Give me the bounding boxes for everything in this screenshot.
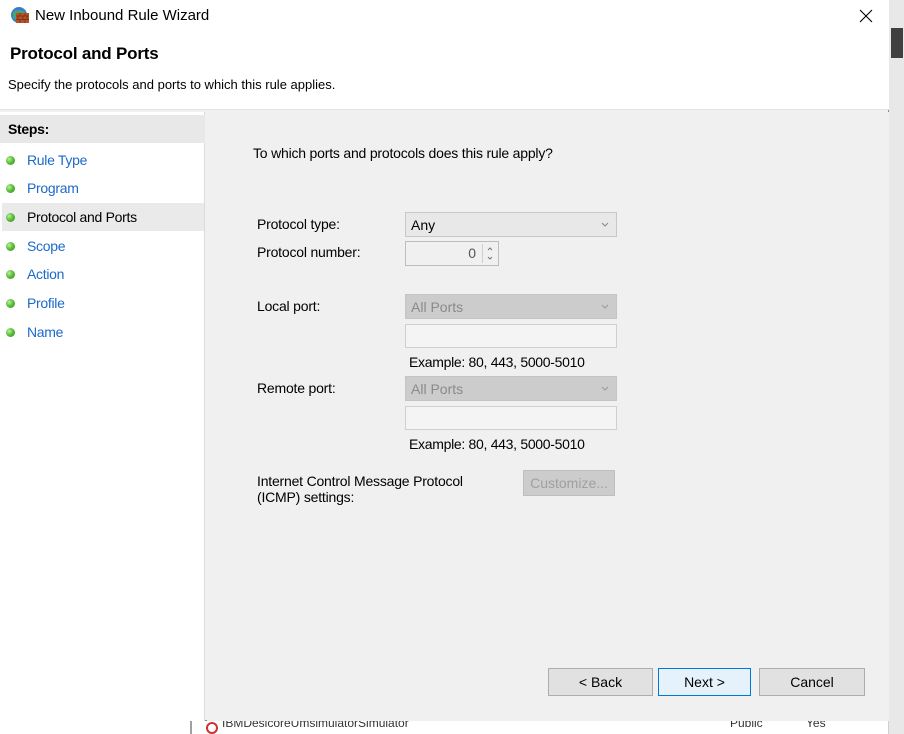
background-row-name: IBMDesicoreUmsimulatorSimulator [222, 720, 409, 730]
step-label: Protocol and Ports [27, 209, 137, 225]
stepper-buttons [482, 244, 496, 263]
step-label: Scope [27, 238, 66, 254]
step-status-icon [6, 183, 15, 193]
steps-panel: Steps: Rule Type Program Protocol and Po… [0, 112, 205, 721]
step-profile[interactable]: Profile [2, 289, 204, 317]
blocked-icon [206, 722, 218, 734]
step-status-icon [6, 241, 15, 251]
protocol-type-value: Any [411, 216, 436, 233]
step-protocol-and-ports[interactable]: Protocol and Ports [2, 203, 204, 231]
background-scroll-thumb[interactable] [891, 28, 903, 58]
protocol-type-select[interactable]: Any [405, 212, 617, 237]
back-button[interactable]: < Back [548, 668, 653, 696]
firewall-icon [10, 6, 30, 24]
chevron-down-icon [601, 222, 609, 227]
protocol-number-value: 0 [468, 245, 476, 261]
step-status-icon [6, 155, 15, 165]
step-rule-type[interactable]: Rule Type [2, 146, 204, 174]
remote-port-value: All Ports [411, 380, 464, 397]
page-title: Protocol and Ports [10, 44, 159, 63]
step-action[interactable]: Action [2, 260, 204, 288]
background-list-row[interactable]: IBMDesicoreUmsimulatorSimulator Public Y… [190, 720, 888, 734]
step-label: Action [27, 266, 65, 282]
step-status-icon [6, 327, 15, 337]
cancel-button[interactable]: Cancel [759, 668, 865, 696]
protocol-number-label: Protocol number: [257, 244, 361, 260]
step-status-icon [6, 269, 15, 279]
background-row-enabled: Yes [806, 720, 826, 730]
step-status-icon [6, 212, 15, 222]
remote-port-label: Remote port: [257, 380, 336, 396]
step-scope[interactable]: Scope [2, 232, 204, 260]
background-row-profile: Public [730, 720, 763, 730]
chevron-down-icon [601, 386, 609, 391]
step-program[interactable]: Program [2, 174, 204, 202]
page-subtitle: Specify the protocols and ports to which… [8, 77, 336, 92]
wizard-header: Protocol and Ports Specify the protocols… [0, 32, 889, 110]
icmp-label-line1: Internet Control Message Protocol [257, 473, 463, 489]
close-button[interactable] [843, 0, 889, 32]
local-port-label: Local port: [257, 298, 321, 314]
title-bar[interactable]: New Inbound Rule Wizard [0, 0, 889, 32]
step-label: Profile [27, 295, 65, 311]
next-button[interactable]: Next > [658, 668, 751, 696]
step-name[interactable]: Name [2, 318, 204, 346]
remote-port-select[interactable]: All Ports [405, 376, 617, 401]
step-status-icon [6, 298, 15, 308]
remote-port-input[interactable] [405, 406, 617, 430]
close-icon [859, 9, 873, 23]
remote-port-example: Example: 80, 443, 5000-5010 [409, 436, 585, 452]
local-port-select[interactable]: All Ports [405, 294, 617, 319]
background-scrollbar[interactable] [888, 0, 904, 734]
wizard-content: To which ports and protocols does this r… [207, 112, 889, 721]
chevron-down-icon [601, 304, 609, 309]
steps-heading: Steps: [0, 115, 205, 143]
local-port-value: All Ports [411, 298, 464, 315]
chevron-up-icon[interactable] [486, 245, 494, 253]
wizard-window: New Inbound Rule Wizard Protocol and Por… [0, 0, 889, 721]
step-label: Rule Type [27, 152, 88, 168]
local-port-input[interactable] [405, 324, 617, 348]
customize-button[interactable]: Customize... [523, 470, 615, 496]
icmp-settings-label: Internet Control Message Protocol (ICMP)… [257, 473, 463, 505]
window-title: New Inbound Rule Wizard [35, 7, 210, 24]
step-label: Program [27, 180, 79, 196]
local-port-example: Example: 80, 443, 5000-5010 [409, 354, 585, 370]
protocol-type-label: Protocol type: [257, 216, 340, 232]
protocol-number-stepper[interactable]: 0 [405, 241, 499, 266]
chevron-down-icon[interactable] [486, 254, 494, 262]
icmp-label-line2: (ICMP) settings: [257, 489, 355, 505]
step-label: Name [27, 324, 64, 340]
question-text: To which ports and protocols does this r… [253, 145, 553, 161]
